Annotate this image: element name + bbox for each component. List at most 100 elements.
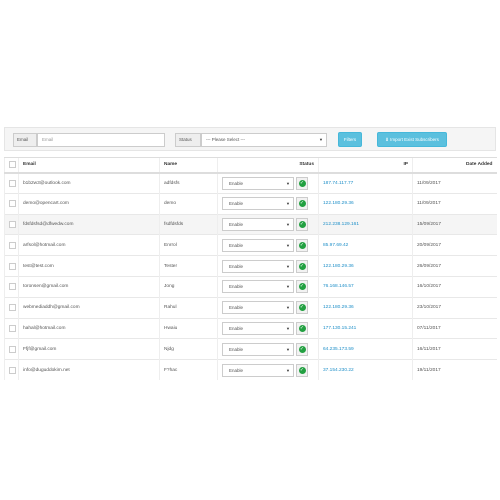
chevron-down-icon: ▼: [286, 346, 290, 352]
status-value: Enable: [229, 263, 244, 269]
ip-column-header[interactable]: IP: [318, 157, 413, 174]
email-column-header[interactable]: Email: [18, 157, 160, 174]
status-dropdown[interactable]: Enable ▼: [222, 280, 294, 294]
email-cell: hahal@hotmail.com: [18, 317, 160, 339]
check-circle-icon: ✓: [298, 345, 306, 353]
select-all-cell[interactable]: [4, 157, 19, 174]
status-control: Enable ▼ ✓: [222, 301, 314, 315]
row-checkbox[interactable]: [9, 220, 16, 228]
table-row: toronsen@gmail.com Jong Enable ▼ ✓ 76.16…: [4, 275, 497, 298]
email-cell: arfsol@hotmail.com: [18, 234, 160, 256]
row-select-cell[interactable]: [4, 275, 19, 298]
table-row: demo@opencart.com demo Enable ▼ ✓ 122.18…: [4, 192, 497, 215]
save-status-button[interactable]: ✓: [296, 321, 308, 335]
status-dropdown[interactable]: Enable ▼: [222, 238, 294, 252]
row-select-cell[interactable]: [4, 317, 19, 339]
status-dropdown[interactable]: Enable ▼: [222, 342, 294, 356]
email-cell: webmediaddh@gmail.com: [18, 296, 160, 319]
row-checkbox[interactable]: [9, 262, 16, 270]
check-circle-icon: ✓: [298, 179, 306, 187]
status-value: Enable: [229, 242, 244, 248]
date-added-cell: 15/09/2017: [412, 213, 497, 235]
name-cell: fsdfdsfds: [159, 213, 218, 235]
table-row: Ffjf@gmail.com Njdg Enable ▼ ✓ 64.235.17…: [4, 338, 497, 360]
save-status-button[interactable]: ✓: [296, 280, 308, 294]
save-status-button[interactable]: ✓: [296, 176, 308, 190]
row-checkbox[interactable]: [9, 283, 16, 291]
check-circle-icon: ✓: [298, 220, 306, 228]
save-status-button[interactable]: ✓: [296, 197, 308, 211]
row-checkbox[interactable]: [9, 304, 16, 312]
page: { "filters": { "email_label": "Email", "…: [0, 0, 500, 500]
chevron-down-icon: ▼: [286, 284, 290, 290]
row-select-cell[interactable]: [4, 296, 19, 319]
name-cell: demo: [159, 192, 218, 215]
row-checkbox[interactable]: [9, 179, 16, 187]
select-all-checkbox[interactable]: [9, 161, 16, 169]
status-value: Enable: [229, 284, 244, 290]
status-cell: Enable ▼ ✓: [217, 296, 319, 319]
name-cell: Rahul: [159, 296, 218, 319]
email-cell: Ffjf@gmail.com: [18, 338, 160, 360]
email-cell: test@test.com: [18, 255, 160, 277]
name-cell: F?hac: [159, 359, 218, 381]
row-checkbox[interactable]: [9, 241, 16, 249]
chevron-down-icon: ▼: [286, 367, 290, 373]
table-row: hahal@hotmail.com Hwaiu Enable ▼ ✓ 177.1…: [4, 317, 497, 339]
check-circle-icon: ✓: [298, 283, 306, 291]
check-circle-icon: ✓: [298, 324, 306, 332]
status-dropdown[interactable]: Enable ▼: [222, 259, 294, 273]
ip-cell: 122.180.29.36: [318, 255, 413, 277]
status-dropdown[interactable]: Enable ▼: [222, 301, 294, 315]
status-column-header[interactable]: Status: [217, 157, 319, 174]
status-cell: Enable ▼ ✓: [217, 213, 319, 235]
row-select-cell[interactable]: [4, 255, 19, 277]
save-status-button[interactable]: ✓: [296, 342, 308, 356]
ip-cell: 64.235.173.59: [318, 338, 413, 360]
row-select-cell[interactable]: [4, 234, 19, 256]
status-dropdown[interactable]: Enable ▼: [222, 176, 294, 190]
status-select-value: --- Please Select ---: [206, 137, 246, 142]
row-select-cell[interactable]: [4, 192, 19, 215]
download-icon: ⬇: [385, 137, 389, 142]
row-checkbox[interactable]: [9, 345, 16, 353]
row-select-cell[interactable]: [4, 338, 19, 360]
status-dropdown[interactable]: Enable ▼: [222, 363, 294, 377]
status-value: Enable: [229, 346, 244, 352]
email-cell: info@duguddokim.net: [18, 359, 160, 381]
save-status-button[interactable]: ✓: [296, 363, 308, 377]
save-status-button[interactable]: ✓: [296, 238, 308, 252]
save-status-button[interactable]: ✓: [296, 259, 308, 273]
row-select-cell[interactable]: [4, 172, 19, 194]
status-select[interactable]: --- Please Select --- ▼: [201, 133, 327, 147]
status-dropdown[interactable]: Enable ▼: [222, 217, 294, 231]
name-cell: adfdsfs: [159, 172, 218, 194]
status-dropdown[interactable]: Enable ▼: [222, 321, 294, 335]
date-added-cell: 11/09/2017: [412, 172, 497, 194]
save-status-button[interactable]: ✓: [296, 301, 308, 315]
row-select-cell[interactable]: [4, 359, 19, 381]
date-added-cell: 16/11/2017: [412, 338, 497, 360]
name-column-header[interactable]: Name: [159, 157, 218, 174]
row-select-cell[interactable]: [4, 213, 19, 235]
chevron-down-icon: ▼: [286, 180, 290, 186]
name-cell: Enrrol: [159, 234, 218, 256]
email-cell: toronsen@gmail.com: [18, 275, 160, 298]
date-added-column-header[interactable]: Date Added: [412, 157, 497, 174]
row-checkbox[interactable]: [9, 200, 16, 208]
ip-cell: 187.74.117.77: [318, 172, 413, 194]
table-row: arfsol@hotmail.com Enrrol Enable ▼ ✓ 85.…: [4, 234, 497, 256]
status-control: Enable ▼ ✓: [222, 238, 314, 252]
status-cell: Enable ▼ ✓: [217, 317, 319, 339]
import-subscribers-button[interactable]: ⬇ Import Exist Subscribers: [377, 132, 447, 147]
save-status-button[interactable]: ✓: [296, 217, 308, 231]
email-input[interactable]: Email: [37, 133, 165, 147]
chevron-down-icon: ▼: [319, 137, 323, 142]
ip-cell: 122.180.29.36: [318, 296, 413, 319]
row-checkbox[interactable]: [9, 324, 16, 332]
status-dropdown[interactable]: Enable ▼: [222, 197, 294, 211]
date-added-cell: 23/10/2017: [412, 296, 497, 319]
filters-button[interactable]: Filters: [338, 132, 362, 147]
status-control: Enable ▼ ✓: [222, 217, 314, 231]
row-checkbox[interactable]: [9, 366, 16, 374]
